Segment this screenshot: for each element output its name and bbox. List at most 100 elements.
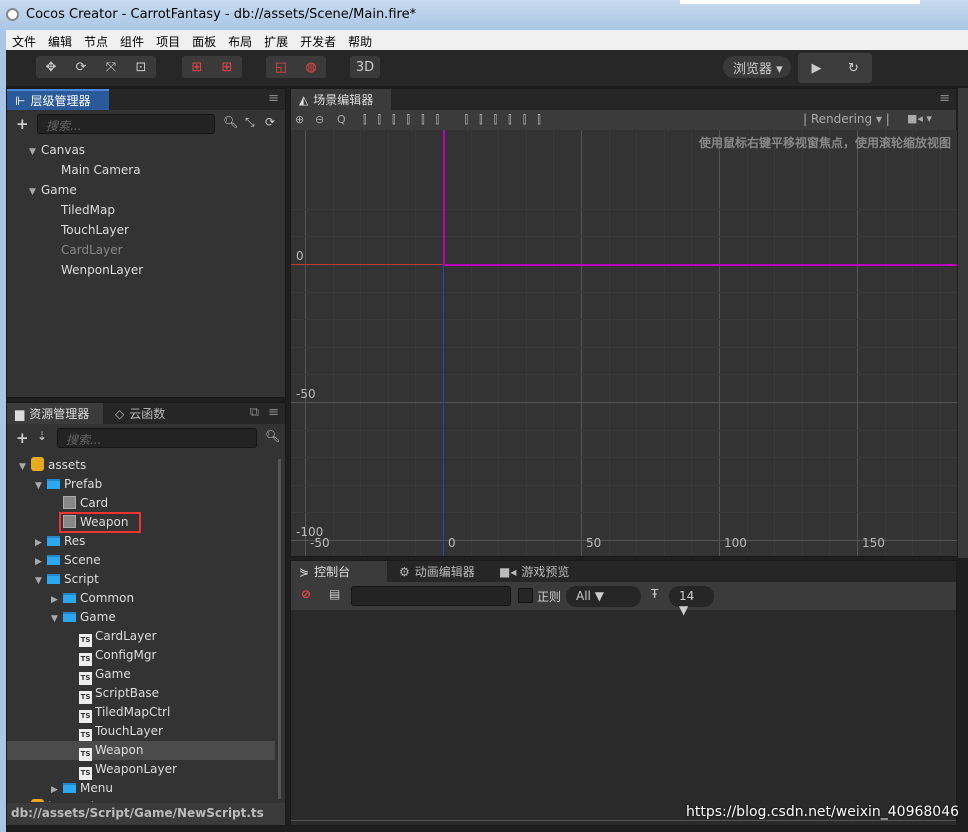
zoom-in-icon[interactable]: ⊕ bbox=[295, 113, 304, 126]
asset-item[interactable]: Weapon bbox=[7, 512, 275, 533]
asset-item[interactable]: ▶ Common bbox=[7, 589, 275, 608]
expand-arrow-icon[interactable]: ▶ bbox=[19, 800, 31, 802]
menu-node[interactable]: 节点 bbox=[78, 30, 114, 50]
grid-line-vertical bbox=[415, 130, 416, 556]
menu-extension[interactable]: 扩展 bbox=[258, 30, 294, 50]
font-size-select[interactable]: 14 ▼ bbox=[669, 586, 714, 617]
global-icon[interactable]: ◍ bbox=[296, 56, 326, 78]
grid-line-horizontal bbox=[291, 374, 957, 375]
tab-label: 游戏预览 bbox=[521, 565, 570, 579]
asset-item[interactable]: TS WeaponLayer bbox=[7, 760, 275, 780]
tab-assets[interactable]: ▆ 资源管理器 bbox=[7, 403, 103, 424]
toolbar: ✥ ⟳ ⤧ ⊡ ⊞ ⊞ ◱ ◍ 3D 浏览器 ▾ ▶ ↻ bbox=[6, 50, 968, 86]
hierarchy-node[interactable]: ▼ Canvas bbox=[7, 140, 285, 160]
grid-line-horizontal bbox=[291, 347, 957, 348]
zoom-reset-icon[interactable]: Q bbox=[337, 113, 346, 126]
menu-layout[interactable]: 布局 bbox=[222, 30, 258, 50]
animation-icon: ⚙ bbox=[399, 564, 410, 579]
play-button[interactable]: ▶ bbox=[798, 53, 835, 83]
tab-scene-editor[interactable]: ◭ 场景编辑器 bbox=[291, 89, 391, 110]
preview-target-select[interactable]: 浏览器 ▾ bbox=[723, 56, 791, 78]
grid-line-horizontal bbox=[291, 292, 957, 293]
clear-icon[interactable]: ⊘ bbox=[301, 587, 311, 601]
asset-item[interactable]: TS Game bbox=[7, 665, 275, 685]
rect-icon[interactable]: ⊡ bbox=[126, 56, 156, 78]
tab-animation-editor[interactable]: ⚙ 动画编辑器 bbox=[391, 561, 483, 582]
log-level-select[interactable]: All ▼ bbox=[566, 586, 641, 607]
tab-game-preview[interactable]: ■◂ 游戏预览 bbox=[491, 561, 577, 582]
asset-item[interactable]: ▼ Script bbox=[7, 570, 275, 589]
scene-viewport[interactable]: 使用鼠标右键平移视窗焦点，使用滚轮缩放视图 -50 0 50 100 150 0 -50 -1… bbox=[291, 130, 957, 556]
hierarchy-node[interactable]: TiledMap bbox=[7, 200, 285, 220]
rotate-icon[interactable]: ⟳ bbox=[66, 56, 96, 78]
folder-icon bbox=[47, 536, 60, 546]
asset-label: ScriptBase bbox=[95, 686, 160, 700]
expand-arrow-icon[interactable]: ▼ bbox=[29, 142, 41, 162]
asset-item[interactable]: ▶ Res bbox=[7, 532, 275, 551]
asset-item[interactable]: TS Weapon bbox=[7, 741, 275, 761]
assets-search-input[interactable]: 搜索... bbox=[57, 428, 257, 448]
panel-menu-icon[interactable]: ≡ bbox=[268, 405, 279, 420]
popout-icon[interactable]: ⧉ bbox=[250, 405, 259, 420]
menu-help[interactable]: 帮助 bbox=[342, 30, 378, 50]
asset-item[interactable]: TS ConfigMgr bbox=[7, 646, 275, 666]
refresh-icon[interactable]: ⟳ bbox=[265, 115, 275, 129]
asset-item[interactable]: ▶ Scene bbox=[7, 551, 275, 570]
refresh-button[interactable]: ↻ bbox=[835, 53, 872, 83]
menu-edit[interactable]: 编辑 bbox=[42, 30, 78, 50]
asset-item[interactable]: ▶ internal bbox=[7, 798, 275, 802]
menu-file[interactable]: 文件 bbox=[6, 30, 42, 50]
grid-line-vertical bbox=[719, 130, 720, 556]
collapse-icon[interactable]: ⤡ bbox=[245, 115, 255, 130]
pivot-icon[interactable]: ⊞ bbox=[182, 56, 212, 78]
rendering-select[interactable]: | Rendering ▾ | bbox=[803, 112, 890, 126]
log-file-icon[interactable]: ▤ bbox=[329, 587, 340, 601]
asset-item[interactable]: TS CardLayer bbox=[7, 627, 275, 647]
asset-item[interactable]: ▼ Prefab bbox=[7, 475, 275, 494]
hierarchy-node[interactable]: Main Camera bbox=[7, 160, 285, 180]
camera-icon[interactable]: ■◂ ▾ bbox=[907, 112, 932, 125]
search-icon[interactable]: 🔍︎ bbox=[265, 429, 280, 443]
console-filter-input[interactable] bbox=[351, 586, 511, 606]
regex-checkbox[interactable] bbox=[518, 588, 533, 603]
tab-hierarchy[interactable]: ⊩ 层级管理器 bbox=[7, 89, 109, 110]
expand-arrow-icon[interactable]: ▼ bbox=[29, 182, 41, 202]
align-icons[interactable]: ⫿⫿⫿⫿⫿⫿ ⫿⫿⫿⫿⫿⫿ bbox=[363, 113, 552, 127]
folder-icon bbox=[63, 783, 76, 793]
center-icon[interactable]: ⊞ bbox=[212, 56, 242, 78]
panel-menu-icon[interactable]: ≡ bbox=[268, 91, 279, 106]
asset-label: assets bbox=[48, 458, 87, 472]
hierarchy-search-input[interactable]: 搜索... bbox=[37, 114, 215, 134]
canvas-border-left bbox=[443, 130, 445, 264]
assets-scrollbar[interactable] bbox=[278, 459, 281, 799]
menu-panel[interactable]: 面板 bbox=[186, 30, 222, 50]
asset-item[interactable]: TS ScriptBase bbox=[7, 684, 275, 704]
zoom-out-icon[interactable]: ⊖ bbox=[315, 113, 324, 126]
asset-item[interactable]: ▼ assets bbox=[7, 456, 275, 475]
search-icon[interactable]: 🔍︎ bbox=[223, 115, 238, 129]
menu-component[interactable]: 组件 bbox=[114, 30, 150, 50]
asset-item[interactable]: ▼ Game bbox=[7, 608, 275, 627]
tab-cloud-functions[interactable]: ◇ 云函数 bbox=[107, 403, 173, 424]
3d-toggle[interactable]: 3D bbox=[350, 56, 380, 78]
add-asset-icon[interactable]: + bbox=[16, 429, 29, 447]
hierarchy-node[interactable]: WenponLayer bbox=[7, 260, 285, 280]
move-icon[interactable]: ✥ bbox=[36, 56, 66, 78]
panel-menu-icon[interactable]: ≡ bbox=[939, 91, 950, 106]
asset-item[interactable]: TS TiledMapCtrl bbox=[7, 703, 275, 723]
console-divider bbox=[291, 820, 956, 821]
local-icon[interactable]: ◱ bbox=[266, 56, 296, 78]
title-bar: Cocos Creator - CarrotFantasy - db://ass… bbox=[0, 0, 968, 30]
sort-icon[interactable]: ⇣ bbox=[37, 429, 47, 443]
asset-item[interactable]: ▶ Menu bbox=[7, 779, 275, 798]
asset-item[interactable]: TS TouchLayer bbox=[7, 722, 275, 742]
hierarchy-node[interactable]: CardLayer bbox=[7, 240, 285, 260]
menu-developer[interactable]: 开发者 bbox=[294, 30, 342, 50]
menu-project[interactable]: 项目 bbox=[150, 30, 186, 50]
add-node-icon[interactable]: + bbox=[16, 115, 29, 133]
hierarchy-node[interactable]: ▼ Game bbox=[7, 180, 285, 200]
scale-icon[interactable]: ⤧ bbox=[96, 56, 126, 78]
asset-item[interactable]: Card bbox=[7, 494, 275, 513]
hierarchy-node[interactable]: TouchLayer bbox=[7, 220, 285, 240]
tab-console[interactable]: ⋟ 控制台 bbox=[291, 561, 387, 582]
